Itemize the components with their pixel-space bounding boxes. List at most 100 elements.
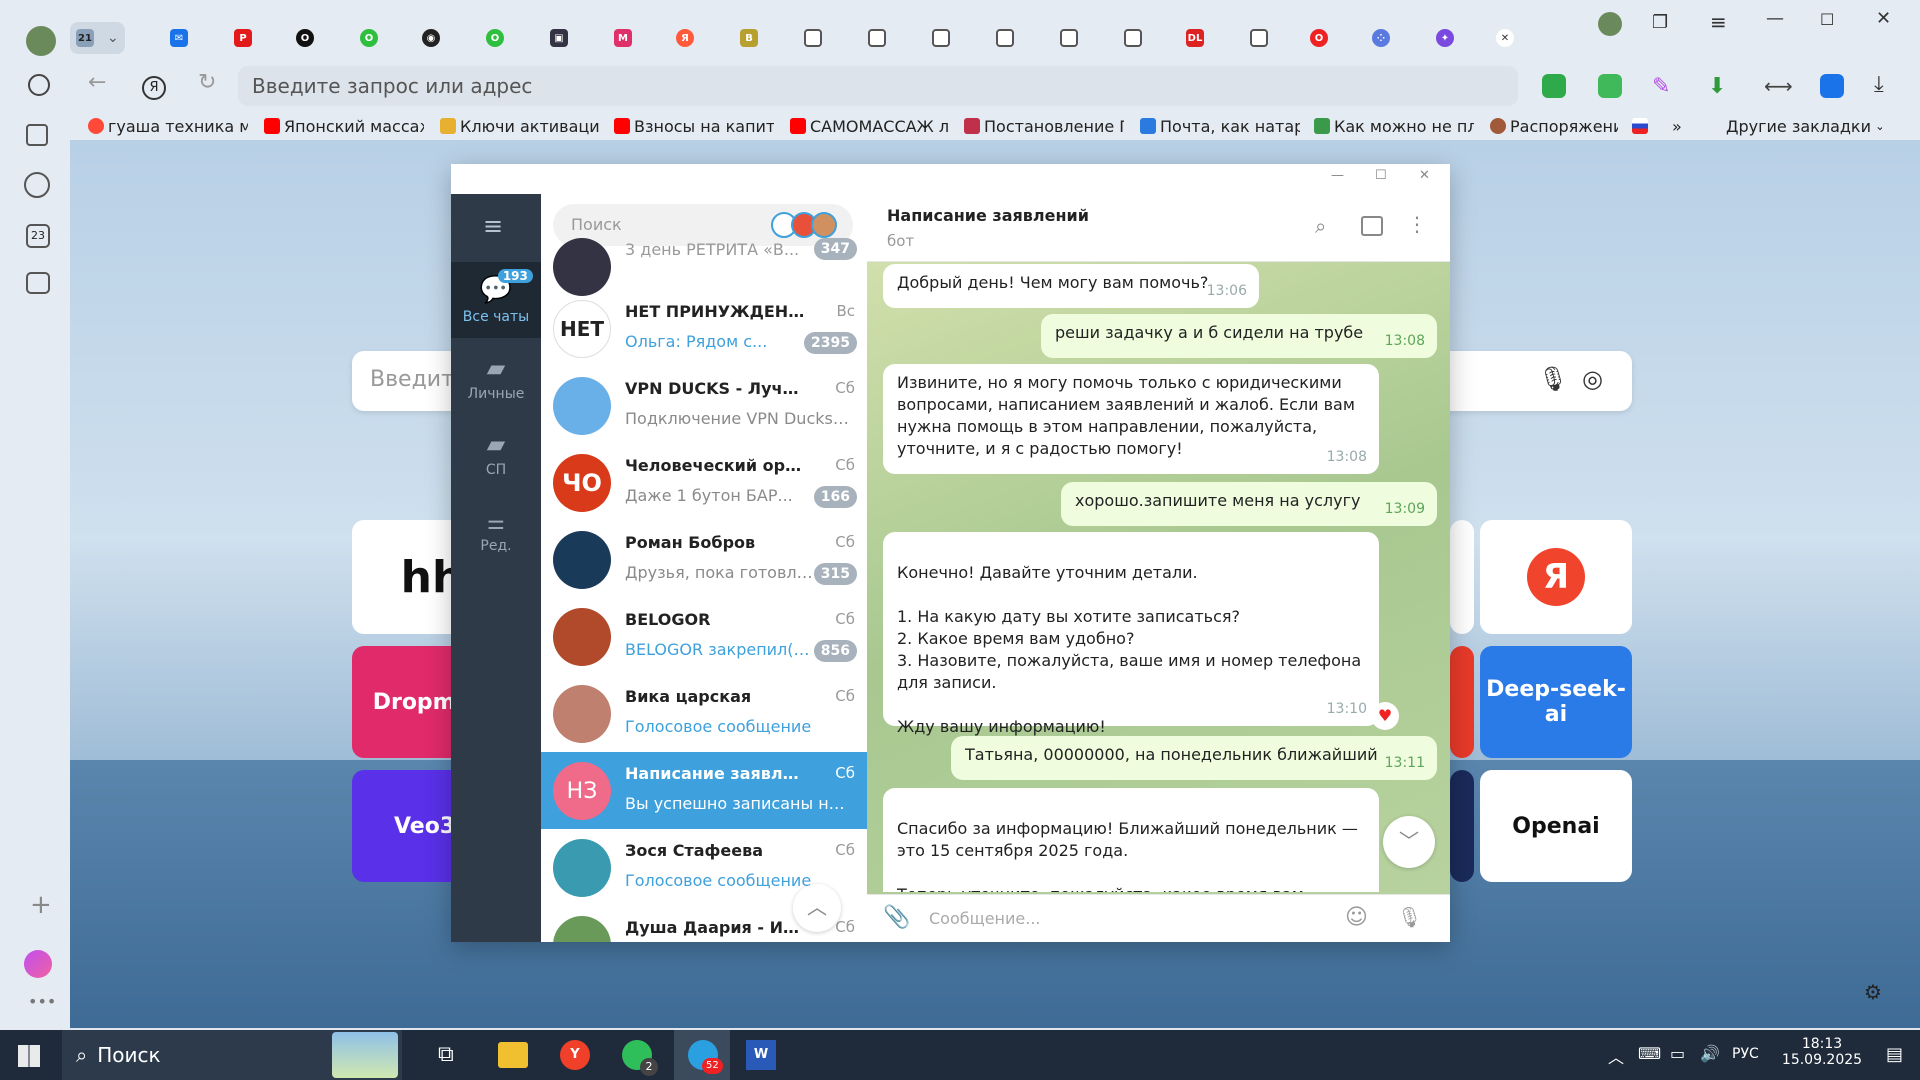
sidebar-toggle-icon[interactable]	[1361, 216, 1383, 236]
folder-personal[interactable]: ▰ Личные	[451, 340, 541, 416]
notifications-icon[interactable]: ▤	[1886, 1044, 1903, 1065]
telegram-taskbar-item[interactable]: 52	[674, 1030, 730, 1080]
emoji-icon[interactable]: ☺	[1345, 905, 1368, 930]
tab-mail[interactable]: ✉	[170, 22, 188, 54]
chat-title[interactable]: Написание заявлений	[887, 206, 1089, 225]
more-icon[interactable]: •••	[28, 992, 56, 1011]
whatsapp-icon[interactable]: 2	[622, 1040, 658, 1076]
tab-doc5[interactable]	[1060, 22, 1078, 54]
tab-ya[interactable]: Я	[676, 22, 694, 54]
keyboard-icon[interactable]: ⌨	[1638, 1044, 1661, 1063]
message-incoming[interactable]: Извините, но я могу помочь только с юрид…	[883, 364, 1379, 474]
download-green-icon[interactable]: ⬇	[1708, 74, 1732, 99]
tab-doc7[interactable]	[1250, 22, 1268, 54]
tab-rzd[interactable]: Р	[234, 22, 252, 54]
bookmark-item[interactable]: Почта, как натари	[1140, 114, 1300, 138]
tab-dl[interactable]: DL	[1186, 22, 1204, 54]
message-incoming[interactable]: Спасибо за информацию! Ближайший понедел…	[883, 788, 1379, 892]
tab-doc2[interactable]	[868, 22, 886, 54]
profile-avatar-small[interactable]	[1598, 12, 1622, 36]
network-icon[interactable]: ▭	[1670, 1044, 1685, 1063]
tab-app[interactable]: ▣	[550, 22, 568, 54]
clock[interactable]: 18:13 15.09.2025	[1772, 1036, 1872, 1068]
taskbar-search[interactable]: ⌕ Поиск	[62, 1030, 402, 1080]
tab-m[interactable]: M	[614, 22, 632, 54]
tab-close[interactable]: ✕	[1496, 22, 1514, 54]
message-input[interactable]: Сообщение...	[929, 909, 1041, 928]
close-icon[interactable]: ✕	[1419, 168, 1430, 183]
minimize-icon[interactable]: —	[1331, 168, 1344, 183]
maximize-icon[interactable]: ☐	[1820, 10, 1834, 29]
message-outgoing[interactable]: реши задачку а и б сидели на трубе 13:08	[1041, 314, 1437, 358]
maximize-icon[interactable]: ☐	[1375, 168, 1387, 183]
other-bookmarks[interactable]: Другие закладки ⌄	[1726, 114, 1882, 138]
more-bookmarks-icon[interactable]: »	[1672, 114, 1692, 138]
tab-counter[interactable]: 21 ⌄	[70, 22, 125, 54]
screenshot-icon[interactable]	[26, 272, 50, 294]
tab-doc4[interactable]	[996, 22, 1014, 54]
tab-github[interactable]: ◉	[422, 22, 440, 54]
chat-row-selected[interactable]: НЗ Написание заявлен... Сб Вы успешно за…	[541, 752, 867, 829]
extension-icon[interactable]	[1820, 74, 1844, 98]
attach-icon[interactable]: 📎	[883, 905, 910, 930]
bookmark-item[interactable]: Постановление П	[964, 114, 1124, 138]
tab-dots[interactable]: ⁘	[1372, 22, 1390, 54]
task-view-icon[interactable]: ⧉	[438, 1042, 454, 1067]
chat-row[interactable]: VPN DUCKS - Лучши... Сб Подключение VPN …	[541, 367, 867, 444]
volume-icon[interactable]: 🔊	[1700, 1044, 1720, 1063]
bookmarks-icon[interactable]: ❐	[1652, 12, 1668, 33]
chat-row[interactable]: ЧО Человеческий орган... Сб Даже 1 бутон…	[541, 444, 867, 521]
yandex-browser-icon[interactable]: Y	[560, 1040, 590, 1070]
address-bar[interactable]: Введите запрос или адрес	[238, 66, 1518, 106]
message-outgoing[interactable]: хорошо.запишите меня на услугу 13:09	[1061, 482, 1437, 526]
tab-doc1[interactable]	[804, 22, 822, 54]
history-icon[interactable]	[28, 74, 50, 96]
video-icon[interactable]	[24, 172, 50, 198]
bookmark-item[interactable]: САМОМАССАЖ л	[790, 114, 950, 138]
bookmark-item[interactable]: Японский массаж	[264, 114, 424, 138]
tab-opera[interactable]: O	[1310, 22, 1328, 54]
message-outgoing[interactable]: Татьяна, 00000000, на понедельник ближай…	[951, 736, 1437, 780]
folder-sp[interactable]: ▰ СП	[451, 416, 541, 492]
tile-yandex[interactable]: Я	[1480, 520, 1632, 634]
translate-icon[interactable]: ⟷	[1764, 74, 1793, 98]
hamburger-menu-icon[interactable]: ≡	[483, 212, 503, 240]
tab-star[interactable]: ✦	[1436, 22, 1454, 54]
shield-icon[interactable]	[1542, 74, 1566, 98]
bookmark-item[interactable]: Как можно не пла	[1314, 114, 1474, 138]
chat-row[interactable]: Вика царская Сб Голосовое сообщение	[541, 675, 867, 752]
folder-all-chats[interactable]: 💬 193 Все чаты	[451, 262, 541, 338]
menu-icon[interactable]: ≡	[1710, 10, 1727, 34]
tab-doc3[interactable]	[932, 22, 950, 54]
folder-edit[interactable]: ⚌ Ред.	[451, 494, 541, 570]
calendar-icon[interactable]: 23	[26, 224, 50, 248]
bookmark-item[interactable]: гуаша техника ма	[88, 114, 248, 138]
language-indicator[interactable]: РУС	[1732, 1046, 1759, 1062]
more-vertical-icon[interactable]: ⋮	[1407, 212, 1427, 236]
chevron-down-icon[interactable]: ⌄	[107, 30, 119, 46]
pen-icon[interactable]: ✎	[1652, 74, 1676, 99]
tab-b[interactable]: B	[740, 22, 758, 54]
camera-icon[interactable]: ◎	[1582, 365, 1603, 393]
search-icon[interactable]: ⌕	[1315, 214, 1326, 238]
tab-o1[interactable]: O	[296, 22, 314, 54]
message-incoming[interactable]: Добрый день! Чем могу вам помочь? 13:06	[883, 264, 1259, 308]
tab-o3[interactable]: O	[486, 22, 504, 54]
tile-deepseek[interactable]: Deep-seek- ai	[1480, 646, 1632, 758]
alice-icon[interactable]	[24, 950, 52, 978]
download-icon[interactable]: ⤓	[1874, 72, 1884, 97]
shield-check-icon[interactable]	[1598, 74, 1622, 98]
back-icon[interactable]: ←	[88, 70, 106, 95]
windows-start-icon[interactable]	[18, 1045, 40, 1067]
scroll-up-button[interactable]: ︿	[793, 884, 841, 932]
tile-openai[interactable]: Openai	[1480, 770, 1632, 882]
file-explorer-icon[interactable]	[498, 1042, 528, 1068]
add-icon[interactable]: +	[30, 890, 52, 920]
minimize-icon[interactable]: —	[1766, 8, 1784, 29]
close-window-icon[interactable]: ✕	[1876, 8, 1891, 29]
chevron-up-icon[interactable]: ︿	[1608, 1044, 1624, 1068]
flag-icon[interactable]	[1632, 114, 1658, 138]
message-incoming[interactable]: Конечно! Давайте уточним детали. 1. На к…	[883, 532, 1399, 736]
microphone-icon[interactable]: 🎙	[1397, 905, 1422, 929]
profile-avatar[interactable]	[26, 26, 56, 56]
